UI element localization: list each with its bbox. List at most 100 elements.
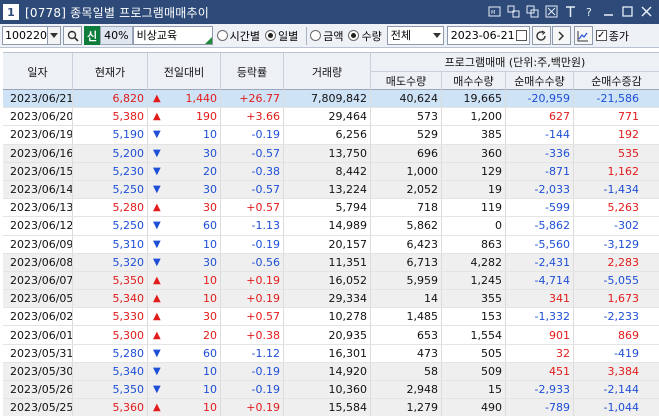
cell-date: 2023/06/19 <box>3 126 73 144</box>
close-icon[interactable] <box>638 3 655 20</box>
copy-icon[interactable] <box>524 3 541 20</box>
table-row[interactable]: 2023/05/30 5,340 ▼ 10 -0.19 14,920 58 509 451 3,3… <box>3 362 659 381</box>
cell-price: 6,820 <box>73 90 148 108</box>
cell-net: 627 <box>506 108 574 126</box>
table-header: 일자 현재가 전일대비 등락률 거래량 프로그램매매 (단위:주,백만원) 매도… <box>3 52 659 90</box>
chart-button[interactable] <box>573 26 593 45</box>
cell-change-value: 10 <box>203 273 217 287</box>
triangle-down-icon: ▼ <box>153 147 161 159</box>
next-button[interactable] <box>551 26 571 45</box>
cell-price: 5,330 <box>73 308 148 326</box>
maximize-icon[interactable] <box>619 3 636 20</box>
table-row[interactable]: 2023/06/19 5,190 ▼ 10 -0.19 6,256 529 385 -144 19… <box>3 126 659 145</box>
cell-net: -144 <box>506 126 574 144</box>
table-row[interactable]: 2023/06/01 5,300 ▲ 20 +0.38 20,935 653 1,554 901… <box>3 326 659 345</box>
col-sell[interactable]: 매도수량 <box>371 71 442 90</box>
chevron-right-icon <box>558 30 565 41</box>
table-row[interactable]: 2023/06/05 5,340 ▲ 10 +0.19 29,334 14 355 341 1,6… <box>3 290 659 309</box>
table-row[interactable]: 2023/05/25 5,360 ▲ 10 +0.19 15,584 1,279 490 -78… <box>3 399 659 416</box>
col-price[interactable]: 현재가 <box>73 53 148 90</box>
table-row[interactable]: 2023/06/09 5,310 ▼ 10 -0.19 20,157 6,423 863 -5,… <box>3 235 659 254</box>
col-change[interactable]: 전일대비 <box>148 53 221 90</box>
table-row[interactable]: 2023/06/08 5,320 ▼ 30 -0.56 11,351 6,713 4,282-… <box>3 253 659 272</box>
cell-change: ▲ 20 <box>148 326 221 344</box>
radio-day[interactable]: 일별 <box>264 28 298 44</box>
triangle-up-icon: ▲ <box>153 111 161 123</box>
col-volume[interactable]: 거래량 <box>284 53 371 90</box>
cell-change: ▼ 60 <box>148 217 221 235</box>
table-row[interactable]: 2023/05/31 5,280 ▼ 60 -1.12 16,301 473 505 32 -41… <box>3 344 659 363</box>
cell-price: 5,350 <box>73 271 148 290</box>
close-price-checkbox[interactable]: ✓ 종가 <box>595 28 629 44</box>
table-row[interactable]: 2023/06/20 5,380 ▲ 190 +3.66 29,464 573 1,200 62… <box>3 108 659 127</box>
table-row[interactable]: 2023/06/12 5,250 ▼ 60 -1.13 14,989 5,862 0 -5,86… <box>3 217 659 236</box>
cell-sell: 5,862 <box>371 217 442 235</box>
cell-date: 2023/06/05 <box>3 290 73 308</box>
radio-qty[interactable]: 수량 <box>348 28 382 44</box>
triangle-up-icon: ▲ <box>153 293 161 305</box>
credit-badge: 신 <box>84 26 101 45</box>
help-icon[interactable]: ? <box>581 3 598 20</box>
cmd-icon[interactable]: M <box>486 3 503 20</box>
col-date[interactable]: 일자 <box>3 53 73 90</box>
cell-price: 5,360 <box>73 399 148 416</box>
triangle-down-icon: ▼ <box>153 129 161 141</box>
table-row[interactable]: 2023/06/16 5,200 ▼ 30 -0.57 13,750 696 360 -336 5… <box>3 144 659 163</box>
cell-buy: 129 <box>442 162 506 180</box>
cell-net-change: 771 <box>618 110 639 124</box>
stock-code-input[interactable]: 100220 <box>2 26 48 45</box>
col-net[interactable]: 순매수수량 <box>506 71 574 90</box>
clear-icon[interactable] <box>543 3 560 20</box>
cell-net: 451 <box>506 362 574 380</box>
cell-sell: 58 <box>371 362 442 380</box>
minimize-icon[interactable] <box>600 3 617 20</box>
window-controls: M ? <box>486 3 655 20</box>
cell-rate: +0.57 <box>221 199 284 217</box>
cell-net-change: -1,044 <box>603 401 639 415</box>
font-icon[interactable] <box>562 3 579 20</box>
cell-price: 5,280 <box>73 199 148 217</box>
calendar-icon[interactable] <box>515 30 527 41</box>
cell-change-value: 60 <box>203 219 217 233</box>
chevron-down-icon <box>432 33 441 38</box>
cell-change-value: 10 <box>203 364 217 378</box>
link-icon[interactable] <box>505 3 522 20</box>
divider <box>306 26 308 45</box>
cell-volume: 20,935 <box>284 326 371 344</box>
cell-date: 2023/06/20 <box>3 108 73 126</box>
cell-rate: -0.57 <box>221 144 284 162</box>
table-row[interactable]: 2023/06/14 5,250 ▼ 30 -0.57 13,224 2,052 19 -2,0… <box>3 180 659 200</box>
date-input[interactable]: 2023-06-21 <box>446 26 530 45</box>
cell-volume: 14,920 <box>284 362 371 380</box>
cell-net: -5,560 <box>506 235 574 253</box>
cell-price: 5,230 <box>73 162 148 180</box>
table-row[interactable]: 2023/06/02 5,330 ▲ 30 +0.57 10,278 1,485 153 -1,… <box>3 308 659 327</box>
table-row[interactable]: 2023/06/21 6,820 ▲ 1,440 +26.77 7,809,842 40,6… <box>3 90 659 109</box>
radio-amount[interactable]: 금액 <box>310 28 343 44</box>
cell-buy: 19 <box>442 180 506 199</box>
cell-net: 32 <box>506 344 574 362</box>
col-net-change[interactable]: 순매수증감 <box>574 71 659 90</box>
col-rate[interactable]: 등락률 <box>221 53 284 90</box>
code-dropdown-button[interactable] <box>48 26 61 45</box>
col-buy[interactable]: 매수수량 <box>442 71 506 90</box>
unit-radio-group: 금액 수량 <box>310 28 387 44</box>
cell-net: -1,332 <box>506 308 574 326</box>
table-row[interactable]: 2023/06/13 5,280 ▲ 30 +0.57 5,794 718 119 -599 5,… <box>3 199 659 218</box>
radio-time[interactable]: 시간별 <box>216 28 260 44</box>
table-row[interactable]: 2023/06/07 5,350 ▲ 10 +0.19 16,052 5,959 1,245-… <box>3 271 659 291</box>
market-select[interactable]: 전체 <box>386 26 444 45</box>
cell-price: 5,300 <box>73 326 148 344</box>
cell-sell: 1,279 <box>371 399 442 416</box>
cell-net-change: 869 <box>618 328 639 342</box>
cell-price: 5,320 <box>73 253 148 271</box>
table-row[interactable]: 2023/05/26 5,350 ▼ 10 -0.19 10,360 2,948 15 -2,9… <box>3 381 659 400</box>
search-button[interactable] <box>63 26 82 45</box>
stock-name-field[interactable]: 비상교육 <box>132 26 213 45</box>
cell-date: 2023/05/26 <box>3 381 73 399</box>
cell-net-change: -302 <box>614 219 639 233</box>
cell-price: 5,340 <box>73 290 148 308</box>
table-row[interactable]: 2023/06/15 5,230 ▼ 20 -0.38 8,442 1,000 129 -871… <box>3 162 659 181</box>
refresh-button[interactable] <box>531 26 551 45</box>
cell-sell: 473 <box>371 344 442 362</box>
